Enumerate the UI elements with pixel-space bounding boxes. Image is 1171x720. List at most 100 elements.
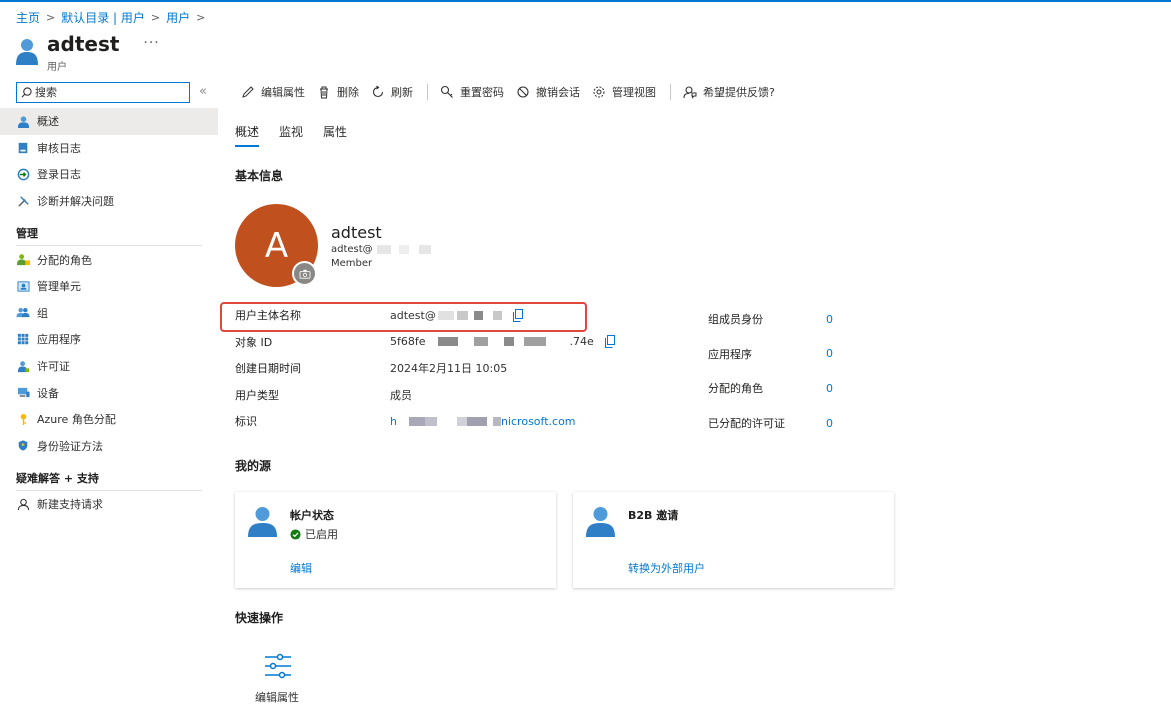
quick-edit-properties-label: 编辑属性 (255, 691, 299, 704)
stat-value-link[interactable]: 0 (826, 417, 833, 430)
breadcrumb-separator-icon: > (46, 11, 56, 24)
sidebar-item-groups[interactable]: 组 (0, 300, 218, 327)
delete-button[interactable]: 删除 (317, 84, 359, 100)
user-icon (16, 39, 38, 65)
basic-info-heading: 基本信息 (235, 169, 284, 183)
b2b-invitation-card: B2B 邀请 转换为外部用户 (573, 492, 894, 588)
breadcrumb-home[interactable]: 主页 (16, 9, 40, 26)
convert-to-external-link[interactable]: 转换为外部用户 (628, 560, 705, 576)
property-key: 用户类型 (235, 388, 279, 402)
stat-value-link[interactable]: 0 (826, 347, 833, 360)
account-status-card: 帐户状态 已启用 编辑 (235, 492, 556, 588)
revoke-sessions-button[interactable]: 撤销会话 (516, 84, 580, 100)
tab-properties[interactable]: 属性 (323, 123, 347, 147)
sidebar-item-label: 应用程序 (37, 333, 81, 347)
license-icon (16, 359, 30, 373)
sidebar-item-label: 概述 (37, 115, 59, 129)
property-value-text: 5f68fe (390, 335, 426, 349)
redacted-block (523, 337, 546, 347)
sidebar-item-label: 新建支持请求 (37, 498, 103, 512)
property-key: 标识 (235, 415, 257, 429)
top-accent-line (0, 0, 1171, 2)
redacted-block (408, 416, 425, 426)
property-row-object-id: 对象 ID 5f68fe .74e (235, 329, 655, 356)
account-status-value: 已启用 (290, 526, 338, 542)
redacted-block (398, 245, 409, 254)
camera-icon[interactable] (292, 261, 317, 286)
breadcrumb: 主页 > 默认目录 | 用户 > 用户 > (16, 9, 211, 26)
property-value-suffix: nicrosoft.com (500, 414, 576, 428)
edit-account-link[interactable]: 编辑 (290, 560, 312, 576)
search-box[interactable] (16, 82, 190, 103)
page-subtitle: 用户 (47, 62, 67, 73)
profile-email-text: adtest@ (331, 244, 373, 255)
profile-user-type: Member (331, 258, 373, 269)
stat-key: 已分配的许可证 (708, 417, 785, 431)
sidebar-item-overview[interactable]: 概述 (0, 108, 218, 135)
property-row-identities: 标识 h nicrosoft.com (235, 408, 655, 435)
reset-password-label: 重置密码 (460, 86, 504, 99)
breadcrumb-directory-users[interactable]: 默认目录 | 用户 (61, 9, 145, 26)
stat-row-assigned-roles: 分配的角色 0 (708, 371, 848, 406)
more-options-icon[interactable]: ... (143, 32, 159, 46)
groups-icon (16, 306, 30, 320)
sidebar-item-audit-logs[interactable]: 审核日志 (0, 135, 218, 162)
sidebar-item-licenses[interactable]: 许可证 (0, 353, 218, 380)
signin-log-icon (16, 167, 30, 181)
sidebar-item-azure-role-assignments[interactable]: Azure 角色分配 (0, 406, 218, 433)
sidebar-item-new-support-request[interactable]: 新建支持请求 (0, 491, 218, 518)
quick-edit-properties-button[interactable]: 编辑属性 (255, 652, 300, 705)
wrench-icon (16, 194, 30, 208)
redacted-block (424, 416, 437, 426)
refresh-button[interactable]: 刷新 (371, 84, 413, 100)
account-status-title: 帐户状态 (290, 509, 334, 522)
breadcrumb-separator-icon: > (196, 11, 206, 24)
stat-key: 应用程序 (708, 347, 752, 361)
collapse-sidebar-icon[interactable]: « (199, 84, 207, 99)
property-row-created: 创建日期时间 2024年2月11日 10:05 (235, 355, 655, 382)
property-value-text: h (390, 414, 397, 428)
feedback-button[interactable]: 希望提供反馈? (683, 84, 775, 100)
property-value: 2024年2月11日 10:05 (390, 362, 508, 376)
sidebar-item-label: 诊断并解决问题 (37, 195, 114, 209)
user-icon (586, 507, 615, 537)
property-key: 对象 ID (235, 335, 273, 349)
sidebar-item-signin-logs[interactable]: 登录日志 (0, 161, 218, 188)
stat-value-link[interactable]: 0 (826, 382, 833, 395)
account-status-text: 已启用 (305, 528, 338, 541)
tab-monitoring[interactable]: 监视 (279, 123, 303, 147)
property-key: 创建日期时间 (235, 362, 301, 376)
edit-properties-label: 编辑属性 (261, 86, 305, 99)
revoke-sessions-label: 撤销会话 (536, 86, 580, 99)
sidebar-item-assigned-roles[interactable]: 分配的角色 (0, 246, 218, 273)
sidebar-item-label: 登录日志 (37, 168, 81, 182)
search-input[interactable] (35, 86, 175, 99)
toolbar-divider (427, 84, 428, 100)
edit-properties-button[interactable]: 编辑属性 (241, 84, 305, 100)
breadcrumb-users[interactable]: 用户 (166, 9, 190, 26)
user-icon (248, 507, 277, 537)
sidebar-item-auth-methods[interactable]: 身份验证方法 (0, 433, 218, 460)
stat-key: 组成员身份 (708, 313, 763, 327)
stat-value-link[interactable]: 0 (826, 313, 833, 326)
sidebar-section-manage: 管理 (0, 220, 218, 247)
delete-label: 删除 (337, 86, 359, 99)
command-bar: 编辑属性 删除 刷新 重置密码 撤销会话 管理视图 希望提供反馈? (241, 82, 787, 102)
sidebar-item-applications[interactable]: 应用程序 (0, 326, 218, 353)
property-value-suffix: .74e (569, 335, 594, 349)
gear-icon (593, 86, 605, 98)
pencil-icon (242, 86, 254, 98)
sidebar: 概述 审核日志 登录日志 诊断并解决问题 管理 分配的角色 管理单元 组 应用程… (0, 108, 218, 518)
quick-actions-heading: 快速操作 (235, 611, 284, 625)
sidebar-item-admin-units[interactable]: 管理单元 (0, 273, 218, 300)
tab-overview[interactable]: 概述 (235, 123, 260, 147)
sidebar-item-label: 设备 (37, 386, 59, 400)
copy-icon[interactable] (604, 335, 616, 349)
sidebar-item-devices[interactable]: 设备 (0, 379, 218, 406)
property-value-link[interactable]: h nicrosoft.com (390, 415, 576, 428)
sidebar-item-label: 许可证 (37, 360, 70, 374)
sidebar-item-label: 组 (37, 306, 48, 320)
sidebar-item-diagnose[interactable]: 诊断并解决问题 (0, 188, 218, 215)
manage-view-button[interactable]: 管理视图 (592, 84, 656, 100)
reset-password-button[interactable]: 重置密码 (440, 84, 504, 100)
